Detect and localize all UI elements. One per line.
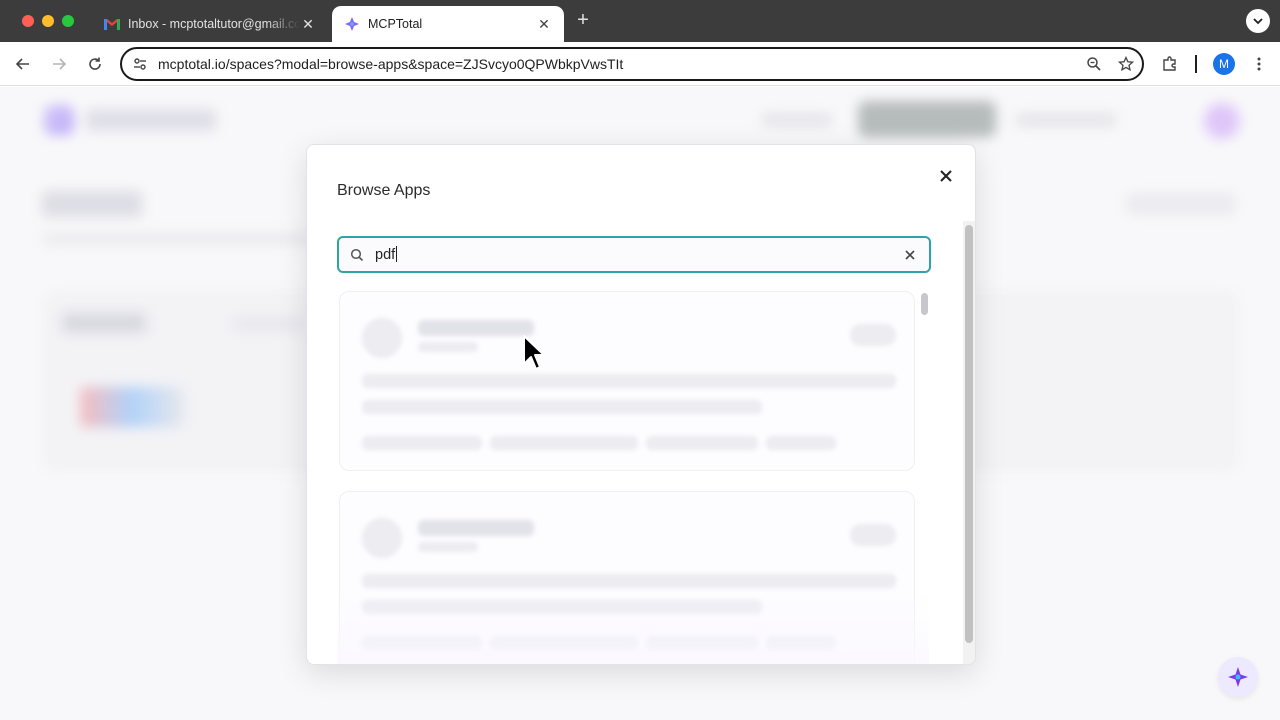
window-minimize-button[interactable] [42,15,54,27]
mcptotal-icon [344,16,360,32]
modal-title: Browse Apps [337,182,431,199]
search-icon [339,248,375,262]
reload-button[interactable] [85,54,105,74]
modal-scrollbar-thumb[interactable] [965,225,973,643]
skeleton-app-subtitle [418,542,478,552]
browse-apps-modal: Browse Apps pdf [306,144,976,665]
tab-search-button[interactable] [1246,9,1270,33]
toolbar-divider [1195,55,1197,73]
skeleton-tag [490,436,638,450]
site-settings-icon[interactable] [122,56,158,72]
close-icon [940,170,952,182]
skeleton-app-title [418,320,534,336]
new-tab-button[interactable]: + [572,10,594,32]
bookmark-star-icon[interactable] [1110,56,1142,72]
page-content: Browse Apps pdf [0,87,1280,720]
tab-title: MCPTotal [368,17,423,31]
skeleton-description-line [362,374,896,388]
profile-avatar[interactable]: M [1213,53,1235,75]
arrow-left-icon [15,58,29,70]
assistant-launcher-button[interactable] [1218,657,1258,697]
back-button[interactable] [13,54,33,74]
close-icon [905,249,915,260]
puzzle-icon [1163,56,1176,71]
gmail-icon [104,16,120,32]
results-scrollbar[interactable] [921,293,928,315]
forward-button[interactable] [49,54,69,74]
browser-tab-bar: Inbox - mcptotaltutor@gmail.com - Gmail … [0,0,1280,42]
mouse-cursor-icon [523,335,545,370]
tab-title: Inbox - mcptotaltutor@gmail.com - Gmail [128,17,300,31]
window-close-button[interactable] [22,15,34,27]
app-card-skeleton [339,291,915,471]
clear-search-button[interactable] [891,249,929,260]
window-zoom-button[interactable] [62,15,74,27]
app-results-list [337,289,929,664]
skeleton-app-icon [362,518,402,558]
skeleton-toggle [850,524,896,546]
sparkle-icon [1228,667,1248,687]
list-fade [337,589,929,664]
chevron-down-icon [1253,18,1263,25]
search-input[interactable]: pdf [375,246,891,263]
app-search-field[interactable]: pdf [337,236,931,273]
more-vertical-icon [1257,57,1261,71]
url-text[interactable]: mcptotal.io/spaces?modal=browse-apps&spa… [158,56,1078,72]
browser-toolbar: mcptotal.io/spaces?modal=browse-apps&spa… [0,42,1280,86]
arrow-right-icon [53,58,67,70]
skeleton-app-subtitle [418,342,478,352]
skeleton-tag [766,436,836,450]
skeleton-app-title [418,520,534,536]
address-bar[interactable]: mcptotal.io/spaces?modal=browse-apps&spa… [120,47,1144,81]
skeleton-tag [362,436,482,450]
skeleton-description-line [362,574,896,588]
close-icon[interactable]: ✕ [536,16,552,32]
tab-gmail-inbox[interactable]: Inbox - mcptotaltutor@gmail.com - Gmail … [92,6,328,42]
text-caret [396,246,398,262]
skeleton-toggle [850,324,896,346]
skeleton-app-icon [362,318,402,358]
modal-close-button[interactable] [935,165,957,187]
skeleton-description-line [362,400,762,414]
reload-icon [89,57,101,70]
close-icon[interactable]: ✕ [300,16,316,32]
extensions-button[interactable] [1160,54,1180,74]
tab-mcptotal[interactable]: MCPTotal ✕ [332,6,564,42]
browser-menu-button[interactable] [1249,54,1269,74]
skeleton-tag [646,436,758,450]
zoom-icon[interactable] [1078,56,1110,72]
